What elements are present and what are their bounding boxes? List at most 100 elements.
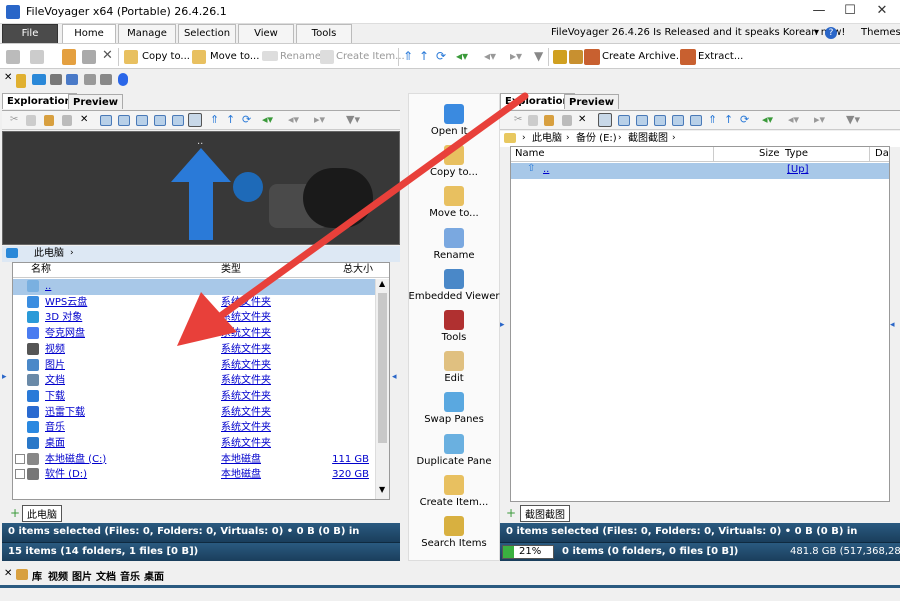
lock-icon[interactable] bbox=[569, 50, 583, 64]
tab-manage[interactable]: Manage bbox=[118, 24, 176, 43]
filter-icon[interactable]: ▼▾ bbox=[346, 113, 360, 126]
table-row[interactable]: 下载 系统文件夹 bbox=[13, 389, 375, 405]
copy-icon[interactable] bbox=[528, 115, 538, 126]
row-name[interactable]: 本地磁盘 (C:) bbox=[45, 452, 106, 467]
paste-icon[interactable] bbox=[544, 115, 554, 126]
filter-icon[interactable]: ▼▾ bbox=[846, 113, 860, 126]
add-tab-icon[interactable]: + bbox=[10, 506, 20, 520]
row-name[interactable]: WPS云盘 bbox=[45, 295, 87, 310]
tab-preview[interactable]: Preview bbox=[68, 94, 124, 109]
tab-selection[interactable]: Selection bbox=[178, 24, 236, 43]
extract-button[interactable]: Extract... bbox=[698, 48, 743, 66]
printer-icon[interactable] bbox=[50, 74, 62, 85]
row-type[interactable]: 系统文件夹 bbox=[221, 310, 271, 325]
collapse-right-icon[interactable]: ◂ bbox=[392, 372, 397, 382]
column-name[interactable]: 名称 bbox=[31, 263, 51, 277]
paste-icon[interactable] bbox=[62, 49, 76, 65]
edit-button[interactable]: Edit bbox=[408, 351, 500, 384]
collapse-right-icon[interactable]: ◂ bbox=[890, 320, 895, 330]
breadcrumb-item[interactable]: 此电脑 bbox=[34, 246, 64, 261]
chevron-right-icon[interactable]: › bbox=[672, 131, 676, 146]
column-type[interactable]: Type bbox=[785, 147, 808, 161]
table-row[interactable]: 夸克网盘 系统文件夹 bbox=[13, 326, 375, 342]
table-row[interactable]: 迅雷下载 系统文件夹 bbox=[13, 405, 375, 421]
archive-icon[interactable] bbox=[553, 50, 567, 64]
drive-icon[interactable] bbox=[16, 74, 26, 88]
row-name[interactable]: 图片 bbox=[45, 358, 65, 373]
row-type[interactable]: 系统文件夹 bbox=[221, 389, 271, 404]
duplicate-pane-button[interactable]: Duplicate Pane bbox=[408, 433, 500, 467]
minimize-button[interactable]: — bbox=[803, 0, 835, 24]
row-type[interactable]: 系统文件夹 bbox=[221, 295, 271, 310]
go-root-icon[interactable]: ⇑ bbox=[708, 113, 717, 126]
view-medium-icon[interactable] bbox=[154, 115, 166, 126]
maximize-button[interactable]: ☐ bbox=[834, 0, 866, 24]
column-name[interactable]: Name bbox=[515, 147, 545, 161]
row-name[interactable]: 音乐 bbox=[45, 420, 65, 435]
row-size[interactable]: 320 GB bbox=[313, 467, 369, 482]
view-details-icon[interactable] bbox=[598, 113, 612, 127]
table-row[interactable]: 文档 系统文件夹 bbox=[13, 373, 375, 389]
row-type[interactable]: 系统文件夹 bbox=[221, 358, 271, 373]
tools-button[interactable]: Tools bbox=[408, 310, 500, 343]
embedded-viewer-button[interactable]: Embedded Viewer bbox=[408, 268, 500, 302]
view-small-icon[interactable] bbox=[636, 115, 648, 126]
row-name[interactable]: 文档 bbox=[45, 373, 65, 388]
view-tiles-icon[interactable] bbox=[672, 115, 684, 126]
refresh-icon[interactable]: ⟳ bbox=[242, 113, 251, 126]
view-medium-icon[interactable] bbox=[654, 115, 666, 126]
expand-left-icon[interactable]: ▸ bbox=[500, 320, 505, 330]
go-up-icon[interactable]: ↑ bbox=[226, 113, 235, 126]
copy-path-icon[interactable] bbox=[562, 115, 572, 126]
monitor-icon[interactable] bbox=[32, 74, 46, 85]
refresh-icon[interactable]: ⟳ bbox=[436, 49, 446, 63]
notice-dropdown-icon[interactable]: ▾ bbox=[814, 27, 819, 38]
scissors-icon[interactable] bbox=[6, 50, 20, 64]
table-row[interactable]: ⇧ .. [Up] bbox=[511, 163, 889, 179]
column-size[interactable]: Size bbox=[759, 147, 780, 161]
tab-preview[interactable]: Preview bbox=[564, 94, 620, 109]
delete-icon[interactable]: ✕ bbox=[102, 48, 113, 63]
scroll-up-icon[interactable]: ▲ bbox=[379, 279, 385, 288]
help-icon[interactable]: ? bbox=[825, 27, 837, 39]
forward-icon[interactable]: ◂▾ bbox=[288, 113, 299, 126]
go-root-icon[interactable]: ⇑ bbox=[210, 113, 219, 126]
paste-icon[interactable] bbox=[44, 115, 54, 126]
go-root-icon[interactable]: ⇑ bbox=[403, 49, 413, 63]
scroll-thumb[interactable] bbox=[378, 293, 387, 443]
create-item-button[interactable]: Create Item... bbox=[336, 48, 405, 66]
create-archive-button[interactable]: Create Archive... bbox=[602, 48, 685, 66]
view-details-icon[interactable] bbox=[100, 115, 112, 126]
row-type[interactable]: 系统文件夹 bbox=[221, 420, 271, 435]
table-row[interactable]: 软件 (D:) 本地磁盘 320 GB bbox=[13, 467, 375, 483]
vertical-scrollbar[interactable]: ▲ ▼ bbox=[375, 279, 389, 499]
chevron-right-icon[interactable]: › bbox=[618, 131, 622, 146]
window-icon[interactable] bbox=[100, 74, 112, 85]
row-name[interactable]: 迅雷下载 bbox=[45, 405, 85, 420]
copy-icon[interactable] bbox=[30, 50, 44, 64]
row-name[interactable]: .. bbox=[45, 279, 51, 294]
themes-button[interactable]: Themes bbox=[861, 27, 900, 38]
library-item[interactable]: 图片 bbox=[72, 568, 92, 583]
tab-tools[interactable]: Tools bbox=[296, 24, 352, 43]
row-type[interactable]: 本地磁盘 bbox=[221, 467, 261, 482]
go-up-icon[interactable]: ↑ bbox=[724, 113, 733, 126]
table-row[interactable]: .. bbox=[13, 279, 375, 295]
row-type[interactable]: 系统文件夹 bbox=[221, 436, 271, 451]
library-item[interactable]: 视频 bbox=[48, 568, 68, 583]
row-type[interactable]: 系统文件夹 bbox=[221, 373, 271, 388]
view-list-icon[interactable] bbox=[618, 115, 630, 126]
tab-exploration[interactable]: Exploration bbox=[2, 93, 77, 109]
filter-icon[interactable]: ▼ bbox=[534, 49, 543, 63]
search-items-button[interactable]: Search Items bbox=[408, 516, 500, 549]
table-row[interactable]: 本地磁盘 (C:) 本地磁盘 111 GB bbox=[13, 452, 375, 468]
next-icon[interactable]: ▸▾ bbox=[510, 49, 522, 63]
delete-icon[interactable]: ✕ bbox=[578, 114, 586, 125]
back-icon[interactable]: ◂▾ bbox=[762, 113, 773, 126]
forward-icon[interactable]: ◂▾ bbox=[484, 49, 496, 63]
close-button[interactable]: ✕ bbox=[866, 0, 898, 24]
library-item[interactable]: 库 bbox=[32, 568, 42, 583]
card-icon[interactable] bbox=[84, 74, 96, 85]
close-icon[interactable]: ✕ bbox=[4, 568, 12, 579]
scissors-icon[interactable]: ✂ bbox=[514, 114, 522, 125]
